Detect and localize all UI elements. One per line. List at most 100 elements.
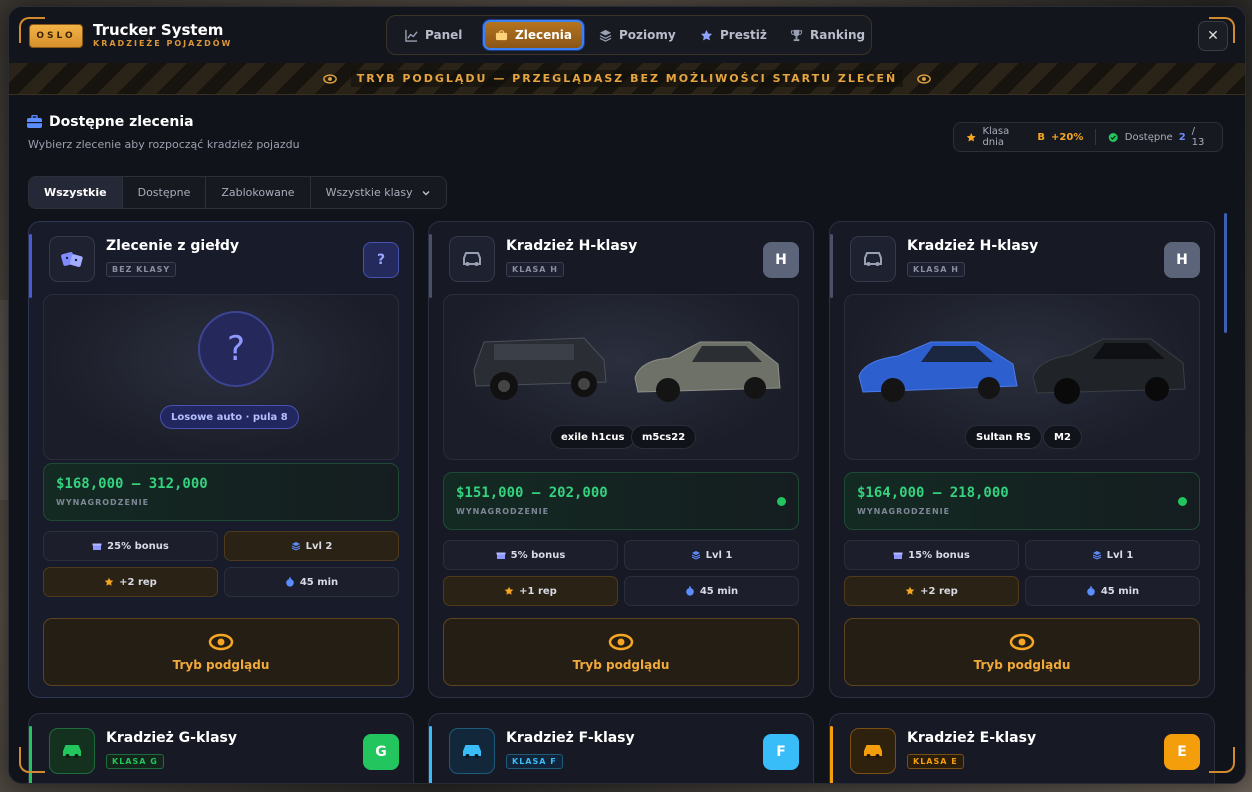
time-text: 45 min: [299, 576, 339, 588]
card-title: Kradzież G-klasy: [106, 730, 238, 746]
time-stat: 45 min: [224, 567, 399, 597]
divider: [1095, 129, 1097, 145]
app-subtitle: KRADZIEŻE POJAZDÓW: [93, 39, 233, 48]
corner-decoration: [1209, 747, 1235, 773]
briefcase-icon: [27, 115, 42, 128]
card-icon-box: [49, 236, 95, 282]
reward-box: $151,000 – 202,000 WYNAGRODZENIE: [443, 472, 799, 530]
card-title: Kradzież H-klasy: [506, 238, 638, 254]
preview-button[interactable]: Tryb podglądu: [844, 618, 1200, 686]
car-icon: [864, 745, 882, 758]
car-icon: [463, 745, 481, 758]
tab-poziomy[interactable]: Poziomy: [589, 20, 686, 50]
tab-label: Prestiż: [720, 28, 767, 42]
card-icon-box: [850, 728, 896, 774]
card-icon-box: [850, 236, 896, 282]
bonus-text: 25% bonus: [107, 540, 169, 552]
grade-badge: F: [763, 734, 799, 770]
reward-label: WYNAGRODZENIE: [456, 507, 550, 516]
class-tag: KLASA E: [907, 754, 964, 769]
question-icon: ?: [198, 311, 274, 387]
filter-locked[interactable]: Zablokowane: [206, 177, 311, 208]
class-tag: BEZ KLASY: [106, 262, 177, 277]
available-dot: [777, 497, 786, 506]
vehicle-showcase: Sultan RS M2: [844, 294, 1200, 460]
grade-badge: E: [1164, 734, 1200, 770]
car-icon: [864, 252, 882, 266]
tab-zlecenia[interactable]: Zlecenia: [483, 20, 584, 50]
filter-available[interactable]: Dostępne: [123, 177, 207, 208]
vehicle-image-sedan: [634, 341, 781, 402]
layers-icon: [691, 551, 700, 560]
reward-box: $168,000 – 312,000 WYNAGRODZENIE: [43, 463, 399, 521]
header: OSLO Trucker System KRADZIEŻE POJAZDÓW P…: [9, 7, 1245, 63]
card-icon-box: [449, 236, 495, 282]
layers-icon: [291, 542, 300, 551]
section-subtitle: Wybierz zlecenie aby rozpocząć kradzież …: [28, 138, 300, 151]
bonus-text: 5% bonus: [510, 549, 566, 561]
card-title: Kradzież F-klasy: [506, 730, 635, 746]
vehicle-chip: Sultan RS: [965, 425, 1042, 449]
car-icon: [63, 745, 81, 758]
tab-label: Poziomy: [619, 28, 676, 42]
contract-card: Kradzież G-klasy KLASA G G: [28, 713, 414, 783]
time-stat: 45 min: [1025, 576, 1200, 606]
reward-value: $164,000 – 218,000: [857, 485, 1009, 501]
contract-card: Kradzież F-klasy KLASA F F: [428, 713, 814, 783]
vehicle-showcase: ? Losowe auto · pula 8: [43, 294, 399, 460]
eye-icon: [208, 633, 234, 651]
trophy-icon: [790, 29, 803, 41]
available-dot: [1178, 497, 1187, 506]
vehicle-chip: M2: [1043, 425, 1082, 449]
card-accent: [429, 726, 432, 783]
check-circle-icon: [1109, 132, 1119, 142]
rep-text: +2 rep: [119, 576, 157, 588]
contract-card: Zlecenie z giełdy BEZ KLASY ? ? Losowe a…: [28, 221, 414, 698]
star-icon: [504, 586, 514, 595]
grade-badge: H: [763, 242, 799, 278]
chevron-down-icon: [422, 190, 430, 195]
level-text: Lvl 2: [305, 540, 333, 552]
tab-ranking[interactable]: Ranking: [780, 20, 875, 50]
tab-label: Panel: [425, 28, 463, 42]
corner-decoration: [19, 747, 45, 773]
class-tag: KLASA H: [506, 262, 564, 277]
scrollbar[interactable]: [1224, 213, 1227, 333]
star-icon: [700, 29, 713, 40]
bonus-stat: 15% bonus: [844, 540, 1019, 570]
card-title: Kradzież E-klasy: [907, 730, 1037, 746]
star-icon: [966, 132, 976, 141]
stopwatch-icon: [286, 577, 294, 587]
main-nav: Panel Zlecenia Poziomy Prestiż Ranking: [386, 15, 872, 55]
vehicle-image-suv: [473, 337, 607, 400]
preview-button[interactable]: Tryb podglądu: [43, 618, 399, 686]
card-icon-box: [49, 728, 95, 774]
grade-badge: H: [1164, 242, 1200, 278]
banner-text: TRYB PODGLĄDU — PRZEGLĄDASZ BEZ MOŻLIWOŚ…: [350, 70, 904, 87]
card-icon-box: [449, 728, 495, 774]
tab-panel[interactable]: Panel: [395, 20, 472, 50]
filter-bar: Wszystkie Dostępne Zablokowane Wszystkie…: [28, 176, 447, 209]
contract-card: Kradzież E-klasy KLASA E E: [829, 713, 1215, 783]
tab-label: Ranking: [810, 28, 866, 42]
reward-label: WYNAGRODZENIE: [857, 507, 951, 516]
filter-all[interactable]: Wszystkie: [29, 177, 123, 208]
class-tag: KLASA F: [506, 754, 563, 769]
preview-button[interactable]: Tryb podglądu: [443, 618, 799, 686]
reward-label: WYNAGRODZENIE: [56, 498, 150, 507]
preview-button-label: Tryb podglądu: [172, 658, 270, 672]
available-count: 2: [1178, 131, 1186, 143]
gift-icon: [893, 552, 903, 559]
tab-label: Zlecenia: [515, 28, 572, 42]
reward-value: $168,000 – 312,000: [56, 476, 208, 492]
daily-class-value: B: [1037, 131, 1046, 143]
level-stat: Lvl 2: [224, 531, 399, 561]
rep-text: +1 rep: [519, 585, 557, 597]
filter-class-dropdown[interactable]: Wszystkie klasy: [311, 177, 446, 208]
eye-icon: [917, 73, 932, 84]
bonus-stat: 5% bonus: [443, 540, 618, 570]
available-total: / 13: [1191, 126, 1205, 148]
stopwatch-icon: [686, 586, 694, 596]
level-text: Lvl 1: [705, 549, 733, 561]
tab-prestiz[interactable]: Prestiż: [690, 20, 777, 50]
